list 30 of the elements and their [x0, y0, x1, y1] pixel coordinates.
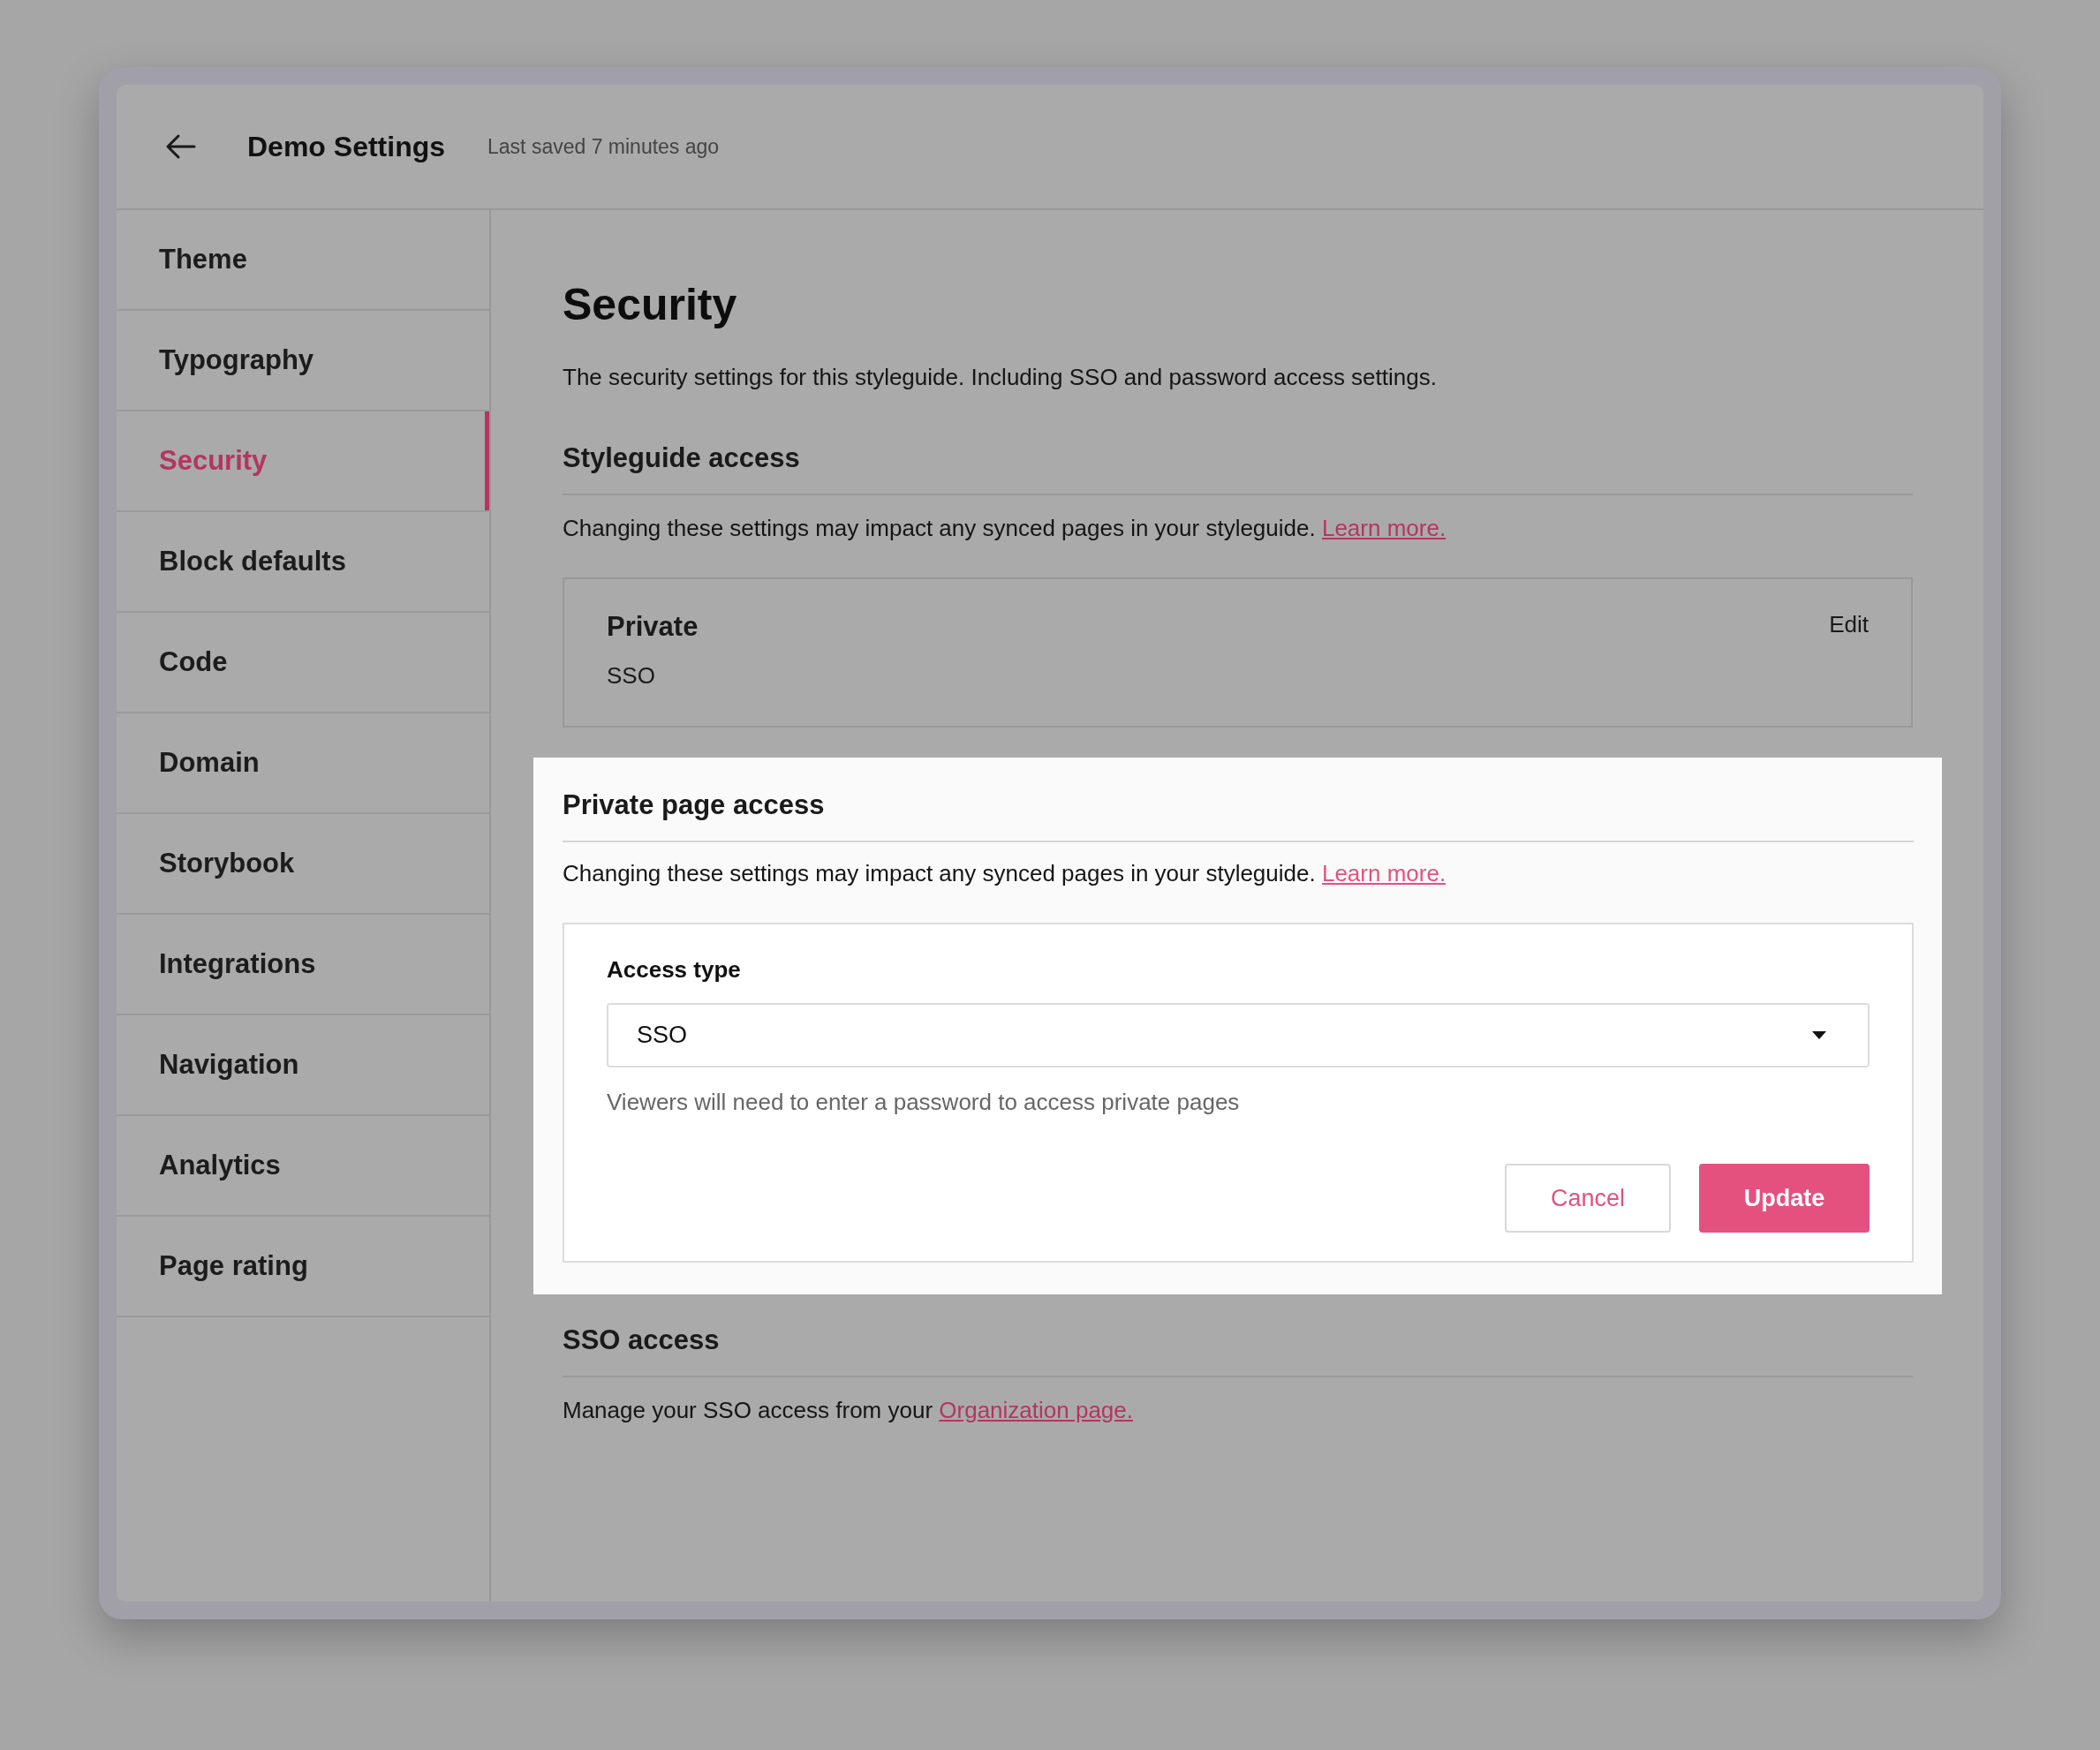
sidebar-item[interactable]: Integrations: [117, 915, 489, 1015]
update-button[interactable]: Update: [1699, 1164, 1870, 1233]
last-saved-text: Last saved 7 minutes ago: [487, 134, 720, 159]
cancel-button[interactable]: Cancel: [1505, 1164, 1671, 1233]
section-note: Changing these settings may impact any synced pages in your styleguide. Learn more.: [563, 515, 1447, 542]
sidebar-item[interactable]: Code: [117, 613, 489, 713]
page-title: Security: [563, 279, 738, 330]
caret-icon: [1811, 1030, 1827, 1040]
back-arrow-icon[interactable]: [164, 133, 196, 160]
field-label: Access type: [607, 956, 742, 984]
card-value: SSO: [607, 662, 656, 690]
card-title: Private: [607, 611, 699, 643]
window-title: Demo Settings: [247, 130, 446, 163]
section-note: Changing these settings may impact any synced pages in your styleguide. Learn more.: [563, 860, 1447, 887]
sidebar-item[interactable]: Analytics: [117, 1116, 489, 1217]
sidebar-item[interactable]: Page rating: [117, 1217, 489, 1317]
field-hint: Viewers will need to enter a password to access private pages: [607, 1089, 1241, 1116]
page-description: The security settings for this styleguide. Including SSO and password access settings.: [563, 364, 1438, 391]
sidebar-item[interactable]: Navigation: [117, 1015, 489, 1116]
section-heading: Private page access: [563, 789, 1914, 842]
sidebar-item[interactable]: Theme: [117, 210, 489, 311]
edit-link[interactable]: Edit: [1829, 611, 1869, 638]
sidebar-item[interactable]: Domain: [117, 713, 489, 814]
access-type-dropdown[interactable]: SSO: [607, 1003, 1870, 1067]
sidebar-item[interactable]: Block defaults: [117, 512, 489, 613]
sidebar-item[interactable]: Typography: [117, 311, 489, 411]
section-heading: Styleguide access: [563, 442, 1913, 495]
section-note: Manage your SSO access from your Organization page.: [563, 1397, 1134, 1424]
section-heading: SSO access: [563, 1324, 1913, 1377]
sidebar-item[interactable]: Storybook: [117, 814, 489, 915]
